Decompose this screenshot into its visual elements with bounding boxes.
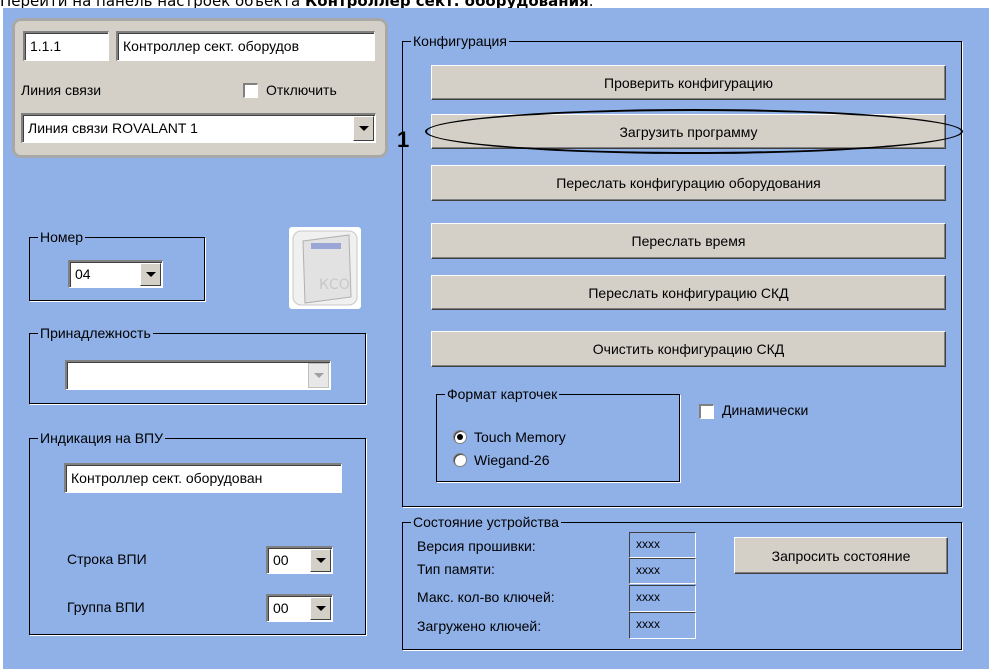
object-id-field[interactable]: 1.1.1 (23, 31, 109, 61)
memory-type-label: Тип памяти: (417, 561, 495, 577)
controller-device-icon: КСО (289, 227, 361, 309)
number-group-title: Номер (38, 228, 86, 246)
chevron-down-icon[interactable] (310, 597, 331, 620)
card-format-group: Формат карточек Touch Memory Wiegand-26 (436, 385, 680, 482)
firmware-value: xxxx (629, 532, 696, 558)
indication-text-field[interactable]: Контроллер сект. оборудован (64, 463, 342, 493)
memory-type-value: xxxx (629, 558, 696, 584)
clear-acs-config-button[interactable]: Очистить конфигурацию СКД (431, 331, 946, 367)
row-label: Строка ВПИ (67, 551, 147, 567)
dynamic-label: Динамически (722, 402, 809, 418)
send-time-button[interactable]: Переслать время (431, 223, 946, 259)
status-group: Состояние устройства Версия прошивки: xx… (402, 513, 962, 650)
line-select[interactable]: Линия связи ROVALANT 1 (21, 113, 376, 143)
row-select[interactable]: 00 (266, 546, 333, 574)
highlight-ellipse (425, 109, 963, 154)
check-config-button[interactable]: Проверить конфигурацию (431, 65, 946, 100)
object-name-field[interactable]: Контроллер сект. оборудов (116, 31, 375, 61)
number-group: Номер 04 (29, 228, 205, 301)
chevron-down-icon[interactable] (353, 116, 374, 141)
line-label: Линия связи (21, 82, 102, 98)
send-hardware-config-button[interactable]: Переслать конфигурацию оборудования (431, 165, 946, 201)
group-select[interactable]: 00 (266, 594, 333, 622)
number-select[interactable]: 04 (68, 260, 163, 288)
indication-group-title: Индикация на ВПУ (38, 429, 166, 447)
loaded-keys-value: xxxx (629, 612, 696, 639)
config-group-title: Конфигурация (411, 32, 509, 50)
belong-select[interactable] (65, 360, 331, 390)
firmware-label: Версия прошивки: (417, 538, 536, 554)
config-group: Конфигурация Проверить конфигурацию Загр… (402, 32, 963, 507)
callout-number: 1 (397, 127, 410, 152)
send-acs-config-button[interactable]: Переслать конфигурацию СКД (431, 275, 946, 310)
svg-text:КСО: КСО (319, 277, 350, 293)
line-select-value: Линия связи ROVALANT 1 (28, 120, 198, 136)
request-status-button[interactable]: Запросить состояние (734, 537, 948, 574)
touch-memory-radio[interactable] (453, 430, 467, 444)
wiegand-radio[interactable] (453, 453, 467, 467)
status-group-title: Состояние устройства (411, 513, 561, 531)
disable-checkbox[interactable] (243, 83, 258, 98)
max-keys-value: xxxx (629, 585, 696, 612)
belong-group-title: Принадлежность (38, 324, 153, 342)
chevron-down-icon[interactable] (140, 263, 161, 286)
belong-group: Принадлежность (29, 324, 366, 404)
indication-group: Индикация на ВПУ Контроллер сект. оборуд… (29, 429, 366, 635)
disable-label: Отключить (266, 82, 337, 98)
chevron-down-icon[interactable] (308, 363, 329, 388)
wiegand-label: Wiegand-26 (474, 452, 550, 468)
card-format-title: Формат карточек (445, 385, 560, 403)
max-keys-label: Макс. кол-во ключей: (417, 589, 555, 605)
chevron-down-icon[interactable] (310, 549, 331, 572)
dynamic-checkbox[interactable] (699, 404, 714, 419)
loaded-keys-label: Загружено ключей: (417, 618, 542, 634)
object-header: 1.1.1 Контроллер сект. оборудов Линия св… (12, 18, 388, 158)
group-label: Группа ВПИ (67, 599, 145, 615)
touch-memory-label: Touch Memory (474, 429, 566, 445)
